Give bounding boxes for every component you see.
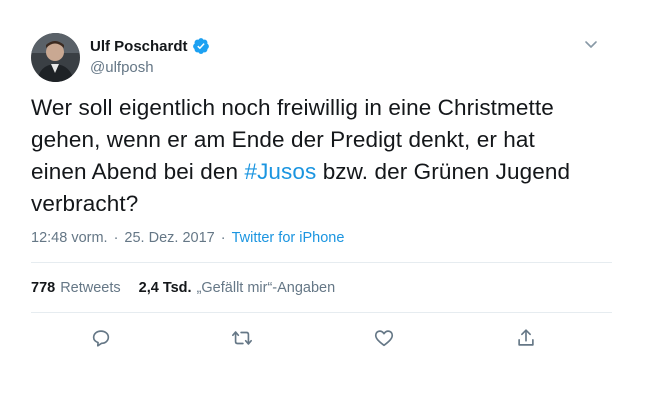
reply-button[interactable]	[87, 326, 115, 354]
tweet-text: Wer soll eigentlich noch freiwillig in e…	[31, 92, 591, 220]
retweets-count: 778	[31, 280, 56, 296]
author-handle[interactable]: @ulfposh	[90, 59, 154, 76]
divider	[31, 262, 612, 263]
separator: ·	[113, 230, 119, 246]
verified-badge-icon	[192, 37, 210, 55]
likes-label: „Gefällt mir“-Angaben	[196, 280, 336, 296]
retweet-icon	[231, 327, 253, 354]
author-name-row[interactable]: Ulf Poschardt	[90, 37, 210, 55]
reply-icon	[90, 327, 112, 354]
tweet-time[interactable]: 12:48 vorm.	[31, 230, 108, 246]
hashtag-link[interactable]: #Jusos	[244, 159, 316, 184]
likes-count: 2,4 Tsd.	[138, 280, 192, 296]
retweet-button[interactable]	[228, 326, 256, 354]
likes-stat[interactable]: 2,4 Tsd. „Gefällt mir“-Angaben	[139, 280, 336, 296]
divider	[31, 312, 612, 313]
tweet-source-link[interactable]: Twitter for iPhone	[232, 230, 345, 246]
tweet-date[interactable]: 25. Dez. 2017	[124, 230, 214, 246]
separator: ·	[220, 230, 226, 246]
tweet-meta: 12:48 vorm. · 25. Dez. 2017 · Twitter fo…	[31, 230, 344, 246]
retweets-stat[interactable]: 778 Retweets	[31, 280, 121, 296]
tweet-stats: 778 Retweets 2,4 Tsd. „Gefällt mir“-Anga…	[31, 280, 353, 296]
tweet-card: Ulf Poschardt @ulfposh Wer soll eigentli…	[0, 0, 664, 401]
chevron-down-icon[interactable]	[583, 36, 599, 52]
heart-icon	[373, 327, 395, 354]
share-button[interactable]	[512, 326, 540, 354]
retweets-label: Retweets	[60, 280, 121, 296]
tweet-actions	[0, 326, 664, 354]
author-display-name[interactable]: Ulf Poschardt	[90, 38, 188, 55]
avatar[interactable]	[31, 33, 80, 82]
share-icon	[515, 327, 537, 354]
like-button[interactable]	[370, 326, 398, 354]
